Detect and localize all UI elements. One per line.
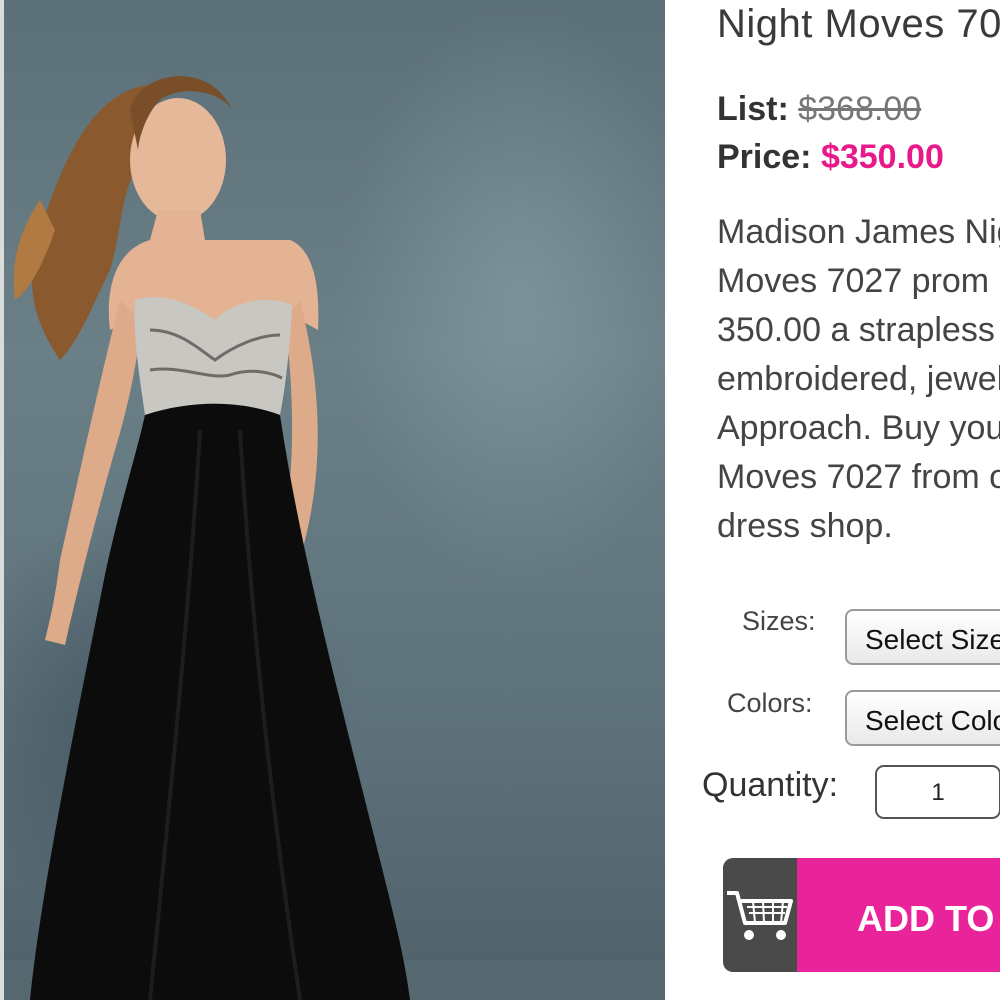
description-line: Moves 7027 from our [717,458,1000,496]
photo-border [0,0,4,1000]
product-page: Night Moves 7027 List: $368.00 Price: $3… [0,0,1000,1000]
shopping-cart-icon [727,891,793,940]
quantity-label: Quantity: [702,766,839,804]
model-illustration [0,76,665,1000]
description-line: 350.00 a strapless [717,311,995,349]
quantity-input[interactable]: 1 [875,765,1000,819]
description-line: Approach. Buy your Night [717,409,1000,447]
cart-icon-panel[interactable] [723,858,797,972]
sale-price-label: Price: [717,138,812,176]
sale-price-value: $350.00 [820,138,944,176]
description-line: Madison James Night [717,213,1000,251]
add-to-cart-label[interactable]: ADD TO CART [797,858,1000,972]
product-description: Madison James Night Moves 7027 prom dres… [717,208,1000,551]
sale-price-row: Price: $350.00 [717,138,944,177]
sizes-label: Sizes: [742,606,816,636]
description-line: embroidered, jeweled [717,360,1000,398]
list-price-value: $368.00 [798,90,922,128]
product-photo[interactable] [0,0,665,1000]
product-title: Night Moves 7027 [717,2,1000,46]
color-select[interactable]: Select Color [845,690,1000,746]
add-to-cart-button[interactable]: ADD TO CART [723,858,1000,972]
size-select[interactable]: Select Size [845,609,1000,665]
description-line: Moves 7027 prom dress [717,262,1000,300]
product-details: Night Moves 7027 List: $368.00 Price: $3… [665,0,1000,1000]
list-price-label: List: [717,90,789,128]
description-line: dress shop. [717,507,893,545]
colors-label: Colors: [727,688,813,718]
list-price-row: List: $368.00 [717,90,921,129]
